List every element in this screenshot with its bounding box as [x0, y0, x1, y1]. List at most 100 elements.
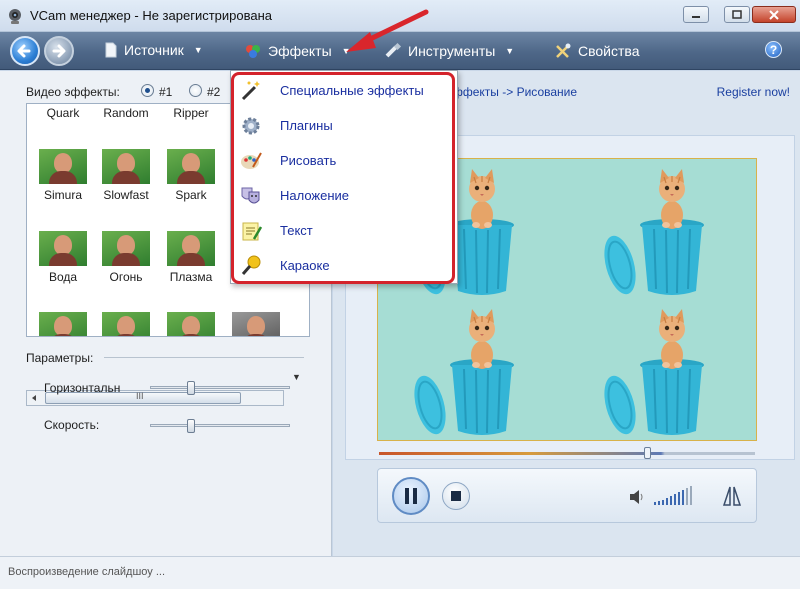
minimize-button[interactable] — [683, 6, 709, 23]
radio-set-1[interactable] — [141, 84, 154, 97]
speed-slider-knob[interactable] — [187, 419, 195, 433]
effect-thumbnail — [102, 312, 150, 336]
video-effects-label: Видео эффекты: — [26, 85, 120, 99]
minimize-icon — [692, 15, 700, 18]
menu-item-label: Текст — [280, 223, 313, 238]
volume-level-icon[interactable] — [654, 485, 710, 507]
menu-item-overlay[interactable]: Наложение — [231, 178, 457, 213]
maximize-button[interactable] — [724, 6, 750, 23]
plugins-gear-icon — [238, 113, 264, 139]
pause-icon — [405, 488, 417, 504]
scroll-down-arrow-icon[interactable]: ▼ — [292, 372, 301, 382]
effect-thumbnail — [39, 231, 87, 266]
radio-set-1-label: #1 — [159, 85, 173, 99]
effect-name: Slowfast — [103, 188, 149, 202]
effect-item[interactable]: Огонь — [93, 231, 159, 284]
effect-item[interactable]: Simura — [30, 149, 96, 202]
effect-thumbnail — [102, 149, 150, 184]
radio-set-2[interactable] — [189, 84, 202, 97]
effect-item[interactable] — [30, 312, 96, 336]
menu-item-text[interactable]: Текст — [231, 213, 457, 248]
effect-item[interactable]: Slowfast — [93, 149, 159, 202]
effect-item[interactable] — [93, 312, 159, 336]
effect-item[interactable]: Плазма — [158, 231, 224, 284]
effect-item[interactable]: Quark — [30, 106, 96, 120]
palette-icon — [238, 148, 264, 174]
effect-name: Плазма — [169, 270, 213, 284]
effect-item[interactable]: Spark — [158, 149, 224, 202]
forward-button[interactable] — [44, 36, 74, 66]
effect-item[interactable]: Random — [93, 106, 159, 120]
menu-item-karaoke[interactable]: Караоке — [231, 248, 457, 283]
toolbar-effects-menu[interactable]: Эффекты ▼ — [244, 42, 351, 60]
effect-thumbnail — [167, 149, 215, 184]
breadcrumb: ффекты -> Рисование — [453, 85, 578, 99]
chevron-down-icon: ▼ — [193, 45, 203, 55]
effect-item[interactable]: Вода — [30, 231, 96, 284]
magic-wand-icon — [238, 78, 264, 104]
register-link[interactable]: Register now! — [717, 85, 790, 99]
pause-button[interactable] — [392, 477, 430, 515]
horizontal-slider-knob[interactable] — [187, 381, 195, 395]
effect-thumbnail — [39, 312, 87, 336]
effect-name: Quark — [46, 106, 80, 120]
annotation-arrow-icon — [346, 9, 429, 52]
menu-item-label: Плагины — [280, 118, 333, 133]
menu-item-label: Специальные эффекты — [280, 83, 424, 98]
effect-thumbnail — [167, 312, 215, 336]
close-icon — [769, 9, 779, 20]
page-icon — [105, 42, 117, 58]
toolbar-source-label: Источник — [124, 42, 184, 58]
effect-name: Spark — [175, 188, 207, 202]
menu-item-draw[interactable]: Рисовать — [231, 143, 457, 178]
status-text: Воспроизведение слайдшоу ... — [8, 566, 166, 578]
effects-icon — [246, 45, 260, 58]
horizontal-slider[interactable] — [150, 381, 290, 395]
menu-item-label: Наложение — [280, 188, 350, 203]
scrollbar-grip: III — [136, 391, 144, 401]
effect-thumbnail — [167, 231, 215, 266]
back-button[interactable] — [10, 36, 40, 66]
arrow-left-icon — [17, 44, 31, 58]
theater-masks-icon — [238, 183, 264, 209]
close-button[interactable] — [752, 6, 796, 23]
effect-name: Ripper — [173, 106, 209, 120]
effect-item[interactable]: Ripper — [158, 106, 224, 120]
menu-item-plugins[interactable]: Плагины — [231, 108, 457, 143]
horizontal-slider-label: Горизонтальн — [44, 381, 121, 395]
menu-item-special-effects[interactable]: Специальные эффекты — [231, 73, 457, 108]
effect-item[interactable] — [223, 312, 289, 336]
effect-thumbnail — [39, 149, 87, 184]
parameters-label: Параметры: — [26, 351, 94, 365]
seek-knob[interactable] — [644, 447, 651, 459]
wrench-icon — [556, 43, 571, 58]
speed-slider-label: Скорость: — [44, 418, 100, 432]
speaker-icon[interactable] — [628, 489, 646, 505]
effect-item[interactable] — [158, 312, 224, 336]
effect-name: Вода — [48, 270, 78, 284]
toolbar-properties-button[interactable]: Свойства — [554, 42, 639, 60]
effect-name: Огонь — [109, 270, 143, 284]
arrow-right-icon — [52, 44, 66, 58]
stop-button[interactable] — [442, 482, 470, 510]
effect-thumbnail — [102, 231, 150, 266]
toolbar-effects-label: Эффекты — [268, 43, 332, 59]
toolbar-properties-label: Свойства — [578, 43, 640, 59]
balance-icon[interactable] — [722, 485, 742, 507]
maximize-icon — [732, 10, 742, 19]
status-bar: Воспроизведение слайдшоу ... — [0, 556, 800, 589]
scroll-left-arrow-icon[interactable] — [30, 394, 38, 402]
stop-icon — [451, 491, 461, 501]
speed-slider[interactable] — [150, 419, 290, 433]
player-controls — [377, 468, 757, 523]
chevron-down-icon: ▼ — [505, 46, 515, 56]
microphone-icon — [238, 253, 264, 279]
webcam-app-icon — [9, 9, 21, 24]
seek-bar[interactable] — [379, 452, 755, 455]
toolbar-source-menu[interactable]: Источник ▼ — [104, 42, 203, 58]
window-title: VCam менеджер - Не зарегистрирована — [30, 8, 273, 23]
effect-name: Simura — [43, 188, 82, 202]
effect-thumbnail — [232, 312, 280, 336]
help-button[interactable]: ? — [765, 41, 782, 58]
effect-name: Random — [103, 106, 149, 120]
